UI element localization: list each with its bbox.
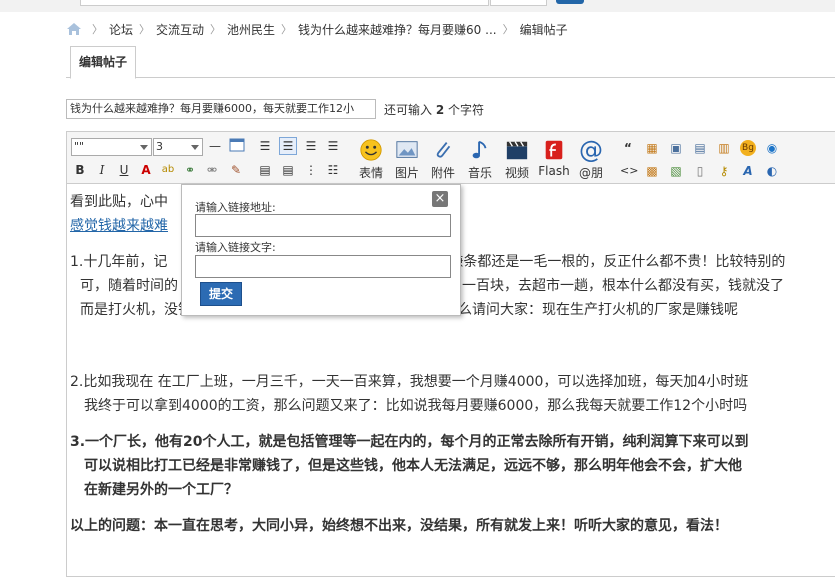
breadcrumb-item-exchange[interactable]: 交流互动 bbox=[156, 21, 204, 38]
mention-button[interactable]: @ @朋 bbox=[573, 136, 609, 182]
emoji-button[interactable]: 表情 bbox=[353, 136, 389, 182]
font-size-select[interactable]: 3 bbox=[153, 138, 203, 156]
insert-link-popup: × 请输入链接地址: 请输入链接文字: 提交 bbox=[181, 184, 461, 316]
flash-button[interactable]: Flash bbox=[536, 136, 572, 182]
free-content-icon[interactable]: ▣ bbox=[668, 140, 684, 156]
lock-icon[interactable]: ▩ bbox=[644, 163, 660, 179]
breadcrumb-item-thread[interactable]: 钱为什么越来越难挣？每月要赚60 ... bbox=[298, 21, 497, 38]
title-row: 钱为什么越来越难挣？每月要赚6000，每天就要工作12小 还可输入 2 个字符 bbox=[66, 99, 484, 119]
video-button[interactable]: 视频 bbox=[499, 136, 535, 182]
title-char-hint: 还可输入 2 个字符 bbox=[384, 101, 484, 118]
content-line: 我终于可以拿到4000的工资，那么问题又来了：比如说我每月要赚6000，那么我每… bbox=[84, 398, 748, 414]
breadcrumb-item-current: 编辑帖子 bbox=[519, 22, 568, 37]
link-text-input[interactable] bbox=[195, 255, 451, 278]
tab-edit-post[interactable]: 编辑帖子 bbox=[70, 46, 136, 79]
underline-icon[interactable]: U bbox=[115, 161, 133, 179]
align-center-icon[interactable]: ☰ bbox=[302, 137, 320, 155]
content-line: 2.比如我现在 在工厂上班，一月三千，一天一百来算，我想要一个月赚4000，可以… bbox=[70, 374, 749, 390]
image-label: 图片 bbox=[394, 166, 419, 180]
video-label: 视频 bbox=[504, 166, 529, 180]
link-icon[interactable]: ⚭ bbox=[181, 161, 199, 179]
post-title-input[interactable]: 钱为什么越来越难挣？每月要赚6000，每天就要工作12小 bbox=[66, 99, 376, 119]
breadcrumb: 〉 论坛 〉 交流互动 〉 池州民生 〉 钱为什么越来越难挣？每月要赚60 ..… bbox=[66, 20, 568, 38]
editor-toolbar: "" 3 — ☰ ☰ ☰ ☰ B I U A ab ⚭ ⚮ ✎ ▤ ▤ ⋮ ☷ … bbox=[67, 132, 835, 184]
quote-icon[interactable]: “ bbox=[620, 140, 636, 156]
unlink-icon[interactable]: ⚮ bbox=[203, 161, 221, 179]
float-left-icon[interactable]: ▤ bbox=[256, 161, 274, 179]
spellcheck-icon[interactable]: ab bbox=[159, 161, 177, 179]
hide-content-icon[interactable]: ▦ bbox=[644, 140, 660, 156]
table-icon[interactable] bbox=[228, 137, 246, 155]
align-justify-icon[interactable]: ☰ bbox=[279, 137, 297, 155]
align-left-icon[interactable]: ☰ bbox=[256, 137, 274, 155]
content-line: 3.一个厂长，他有20个人工，就是包括管理等一起在内的，每个月的正常去除所有开销… bbox=[70, 434, 749, 450]
breadcrumb-separator: 〉 bbox=[92, 23, 103, 36]
unordered-list-icon[interactable]: ☷ bbox=[324, 161, 342, 179]
font-family-value: "" bbox=[74, 140, 85, 153]
music-label: 音乐 bbox=[467, 166, 492, 180]
ordered-list-icon[interactable]: ⋮ bbox=[302, 161, 320, 179]
link-url-input[interactable] bbox=[195, 214, 451, 237]
home-icon[interactable] bbox=[66, 22, 82, 36]
text-style-icon[interactable]: A bbox=[740, 163, 756, 179]
at-icon: @ bbox=[579, 136, 603, 164]
breadcrumb-separator: 〉 bbox=[139, 23, 151, 36]
link-url-label: 请输入链接地址: bbox=[195, 201, 276, 214]
attachment-button[interactable]: 附件 bbox=[425, 136, 461, 182]
breadcrumb-separator: 〉 bbox=[210, 23, 222, 36]
font-color-icon[interactable]: A bbox=[137, 161, 155, 179]
music-button[interactable]: 音乐 bbox=[462, 136, 498, 182]
top-search-bar bbox=[0, 0, 835, 12]
audio-icon[interactable]: ◉ bbox=[764, 140, 780, 156]
image-button[interactable]: 图片 bbox=[389, 136, 425, 182]
columns-icon[interactable]: ▯ bbox=[692, 163, 708, 179]
float-right-icon[interactable]: ▤ bbox=[279, 161, 297, 179]
content-line: 在新建另外的一个工厂？ bbox=[84, 482, 238, 498]
bold-icon[interactable]: B bbox=[71, 161, 89, 179]
breadcrumb-separator: 〉 bbox=[502, 23, 514, 36]
attachment-label: 附件 bbox=[430, 166, 455, 180]
hint-prefix: 还可输入 bbox=[384, 102, 433, 117]
search-type-select[interactable] bbox=[490, 0, 547, 6]
content-line: 可以说相比打工已经是非常赚钱了，但是这些钱，他本人无法满足，远远不够，那么明年他… bbox=[84, 458, 742, 474]
download-icon[interactable]: ▧ bbox=[668, 163, 684, 179]
mention-label: @朋 bbox=[578, 166, 603, 180]
clapperboard-icon bbox=[506, 141, 528, 160]
hint-count: 2 bbox=[435, 102, 445, 117]
breadcrumb-item-forum[interactable]: 论坛 bbox=[109, 21, 133, 38]
submit-link-button[interactable]: 提交 bbox=[200, 282, 242, 306]
content-line: 以上的问题：本一直在思考，大同小异，始终想不出来，没结果，所有就发上来！听听大家… bbox=[70, 518, 728, 534]
search-input[interactable] bbox=[80, 0, 489, 6]
emoji-label: 表情 bbox=[358, 166, 383, 180]
flash-icon bbox=[545, 140, 563, 160]
italic-icon[interactable]: I bbox=[93, 161, 111, 179]
flash-label: Flash bbox=[538, 164, 570, 178]
code-icon[interactable]: <> bbox=[620, 163, 638, 179]
breadcrumb-item-board[interactable]: 池州民生 bbox=[227, 21, 275, 38]
breadcrumb-separator: 〉 bbox=[281, 23, 293, 36]
tab-bar: 编辑帖子 bbox=[66, 46, 835, 79]
key-icon[interactable]: ⚷ bbox=[716, 163, 732, 179]
background-music-icon[interactable]: Bg bbox=[740, 140, 756, 156]
align-right-icon[interactable]: ☰ bbox=[324, 137, 342, 155]
index-icon[interactable]: ▥ bbox=[716, 140, 732, 156]
link-text-label: 请输入链接文字: bbox=[195, 241, 276, 254]
page-break-icon[interactable]: ▤ bbox=[692, 140, 708, 156]
clear-format-icon[interactable]: ✎ bbox=[227, 161, 245, 179]
paperclip-icon bbox=[436, 142, 451, 158]
image-icon bbox=[396, 141, 418, 158]
more-tools-icon[interactable]: ◐ bbox=[764, 163, 780, 179]
smiley-icon bbox=[360, 139, 382, 161]
search-button[interactable] bbox=[556, 0, 584, 4]
horizontal-rule-icon[interactable]: — bbox=[206, 137, 224, 155]
content-link[interactable]: 感觉钱越来越难 bbox=[70, 218, 168, 234]
close-icon[interactable]: × bbox=[432, 191, 448, 207]
font-size-value: 3 bbox=[156, 140, 163, 153]
music-note-icon bbox=[472, 140, 487, 159]
hint-suffix: 个字符 bbox=[448, 102, 485, 117]
font-family-select[interactable]: "" bbox=[71, 138, 152, 156]
